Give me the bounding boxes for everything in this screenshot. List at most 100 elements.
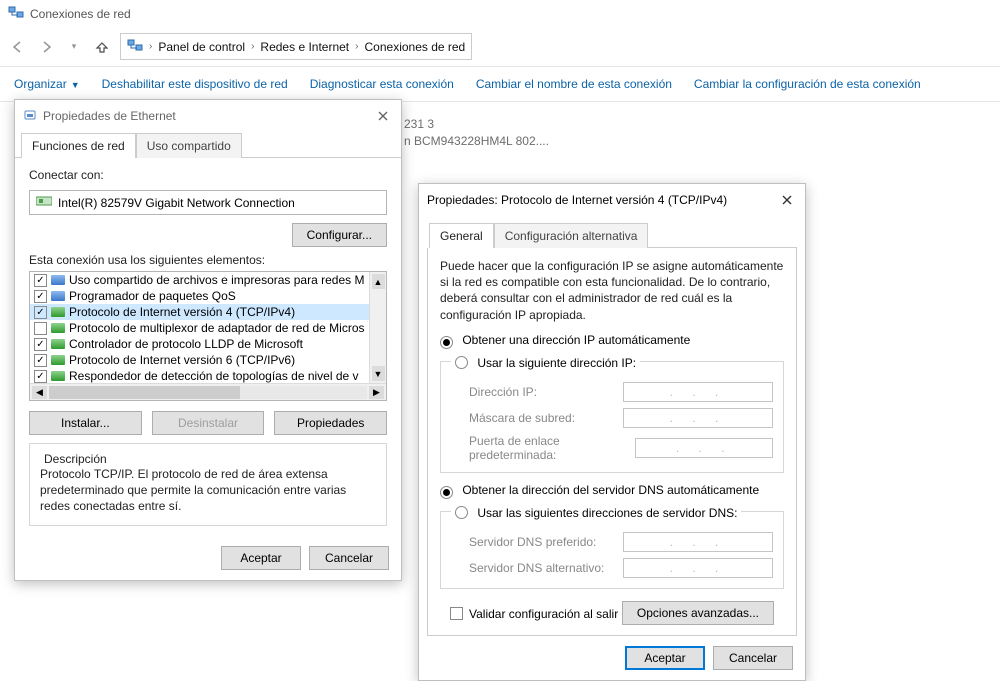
chevron-down-icon: ▼ — [71, 80, 80, 90]
scrollbar-thumb[interactable] — [49, 386, 240, 399]
nav-forward-icon[interactable] — [36, 37, 56, 57]
adapter-name: Intel(R) 82579V Gigabit Network Connecti… — [58, 196, 295, 210]
protocol-list-item[interactable]: Programador de paquetes QoS — [30, 288, 369, 304]
dns-alternate-label: Servidor DNS alternativo: — [469, 561, 604, 575]
properties-button[interactable]: Propiedades — [274, 411, 387, 435]
protocol-checkbox[interactable] — [34, 322, 47, 335]
protocol-list-item[interactable]: Controlador de protocolo LLDP de Microso… — [30, 336, 369, 352]
radio-auto-ip-label[interactable]: Obtener una dirección IP automáticamente — [462, 333, 690, 347]
dns-alternate-field: . . . — [623, 558, 773, 578]
close-icon[interactable] — [777, 190, 797, 210]
gateway-field: . . . — [635, 438, 773, 458]
adapter-name-field: Intel(R) 82579V Gigabit Network Connecti… — [29, 190, 387, 215]
protocol-list-item[interactable]: Respondedor de detección de topologías d… — [30, 368, 369, 384]
vertical-scrollbar[interactable]: ▲ ▼ — [369, 272, 386, 383]
advanced-button[interactable]: Opciones avanzadas... — [622, 601, 774, 625]
radio-manual-ip-label[interactable]: Usar la siguiente dirección IP: — [477, 356, 636, 370]
protocol-list-item[interactable]: Protocolo de Internet versión 6 (TCP/IPv… — [30, 352, 369, 368]
scroll-up-icon[interactable]: ▲ — [372, 274, 385, 289]
cancel-button[interactable]: Cancelar — [713, 646, 793, 670]
rename-button[interactable]: Cambiar el nombre de esta conexión — [476, 77, 672, 91]
protocol-list-item[interactable]: Protocolo de Internet versión 4 (TCP/IPv… — [30, 304, 369, 320]
validate-checkbox-row[interactable]: Validar configuración al salir — [450, 605, 618, 621]
breadcrumb[interactable]: Panel de control — [158, 40, 245, 54]
scroll-down-icon[interactable]: ▼ — [372, 366, 385, 381]
configure-button[interactable]: Configurar... — [292, 223, 387, 247]
tab-general[interactable]: General — [429, 223, 494, 248]
dns-preferred-field: . . . — [623, 532, 773, 552]
radio-auto-dns-label[interactable]: Obtener la dirección del servidor DNS au… — [462, 483, 759, 497]
protocol-checkbox[interactable] — [34, 306, 47, 319]
description-text: Protocolo TCP/IP. El protocolo de red de… — [40, 466, 376, 515]
radio-manual-ip[interactable] — [455, 356, 468, 369]
ok-button[interactable]: Aceptar — [625, 646, 705, 670]
breadcrumb[interactable]: Conexiones de red — [365, 40, 466, 54]
validate-checkbox[interactable] — [450, 607, 463, 620]
tab-bar: Funciones de red Uso compartido — [15, 132, 401, 158]
cancel-button[interactable]: Cancelar — [309, 546, 389, 570]
ip-address-label: Dirección IP: — [469, 385, 537, 399]
breadcrumb[interactable]: Redes e Internet — [260, 40, 349, 54]
protocol-icon — [51, 339, 65, 349]
protocol-checkbox[interactable] — [34, 354, 47, 367]
tab-network-functions[interactable]: Funciones de red — [21, 133, 136, 158]
scroll-right-icon[interactable]: ▶ — [369, 386, 384, 399]
protocol-label: Controlador de protocolo LLDP de Microso… — [69, 337, 303, 351]
protocol-icon — [51, 371, 65, 381]
protocol-checkbox[interactable] — [34, 290, 47, 303]
radio-auto-dns[interactable] — [440, 486, 453, 499]
nav-recent-icon[interactable]: ▾ — [64, 37, 84, 57]
protocol-checkbox[interactable] — [34, 274, 47, 287]
chevron-right-icon: › — [251, 41, 254, 52]
nav-up-icon[interactable] — [92, 37, 112, 57]
ip-address-field: . . . — [623, 382, 773, 402]
radio-auto-ip[interactable] — [440, 336, 453, 349]
protocol-label: Protocolo de Internet versión 6 (TCP/IPv… — [69, 353, 295, 367]
protocol-icon — [51, 355, 65, 365]
tab-alt-config[interactable]: Configuración alternativa — [494, 223, 649, 248]
close-icon[interactable] — [373, 106, 393, 126]
protocol-listbox[interactable]: Uso compartido de archivos e impresoras … — [29, 271, 387, 401]
organize-menu[interactable]: Organizar▼ — [14, 77, 80, 91]
protocol-label: Protocolo de multiplexor de adaptador de… — [69, 321, 365, 335]
radio-manual-dns-label[interactable]: Usar las siguientes direcciones de servi… — [477, 506, 737, 520]
address-bar[interactable]: › Panel de control › Redes e Internet › … — [120, 33, 472, 60]
nav-bar: ▾ › Panel de control › Redes e Internet … — [0, 27, 1000, 67]
diagnose-button[interactable]: Diagnosticar esta conexión — [310, 77, 454, 91]
protocol-list-item[interactable]: Uso compartido de archivos e impresoras … — [30, 272, 369, 288]
protocol-label: Respondedor de detección de topologías d… — [69, 369, 359, 383]
change-settings-button[interactable]: Cambiar la configuración de esta conexió… — [694, 77, 921, 91]
protocol-icon — [51, 307, 65, 317]
scroll-left-icon[interactable]: ◀ — [32, 386, 47, 399]
gateway-label: Puerta de enlace predeterminada: — [469, 434, 635, 462]
protocol-label: Protocolo de Internet versión 4 (TCP/IPv… — [69, 305, 295, 319]
disable-device-button[interactable]: Deshabilitar este dispositivo de red — [102, 77, 288, 91]
tab-sharing[interactable]: Uso compartido — [136, 133, 242, 158]
nav-back-icon[interactable] — [8, 37, 28, 57]
horizontal-scrollbar[interactable]: ◀ ▶ — [30, 383, 386, 400]
dialog-titlebar[interactable]: Propiedades: Protocolo de Internet versi… — [419, 184, 805, 216]
network-icon — [127, 37, 143, 56]
protocol-list-item[interactable]: Protocolo de multiplexor de adaptador de… — [30, 320, 369, 336]
connect-with-label: Conectar con: — [29, 168, 387, 182]
tab-bar: General Configuración alternativa — [429, 222, 797, 248]
description-group: Descripción Protocolo TCP/IP. El protoco… — [29, 443, 387, 526]
ok-button[interactable]: Aceptar — [221, 546, 301, 570]
dialog-titlebar[interactable]: Propiedades de Ethernet — [15, 100, 401, 132]
elements-label: Esta conexión usa los siguientes element… — [29, 253, 387, 267]
dns-preferred-label: Servidor DNS preferido: — [469, 535, 596, 549]
ipv4-properties-dialog: Propiedades: Protocolo de Internet versi… — [418, 183, 806, 681]
uninstall-button: Desinstalar — [152, 411, 265, 435]
dialog-title: Propiedades de Ethernet — [43, 109, 176, 123]
protocol-label: Programador de paquetes QoS — [69, 289, 236, 303]
chevron-right-icon: › — [149, 41, 152, 52]
dialog-title: Propiedades: Protocolo de Internet versi… — [427, 193, 727, 207]
protocol-checkbox[interactable] — [34, 338, 47, 351]
protocol-checkbox[interactable] — [34, 370, 47, 383]
command-bar: Organizar▼ Deshabilitar este dispositivo… — [0, 67, 1000, 102]
adapter-background-info: 231 3 n BCM943228HM4L 802.... — [404, 116, 549, 150]
ethernet-properties-dialog: Propiedades de Ethernet Funciones de red… — [14, 99, 402, 581]
radio-manual-dns[interactable] — [455, 506, 468, 519]
protocol-icon — [51, 291, 65, 301]
install-button[interactable]: Instalar... — [29, 411, 142, 435]
